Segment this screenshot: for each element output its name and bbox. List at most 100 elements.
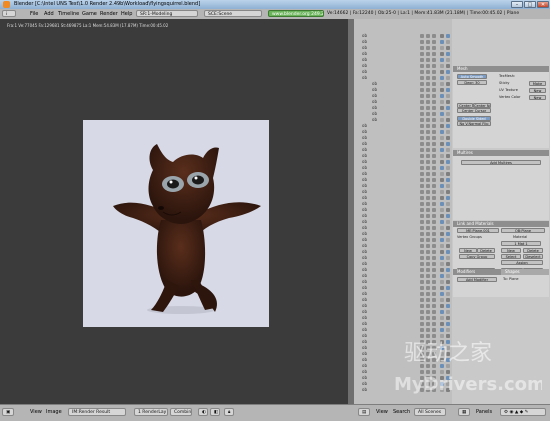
visibility-icon[interactable]	[420, 136, 424, 140]
datablock-icon[interactable]	[446, 88, 450, 92]
datablock-icon[interactable]	[440, 292, 444, 296]
select-icon[interactable]	[426, 232, 430, 236]
render-icon[interactable]	[432, 166, 436, 170]
visibility-icon[interactable]	[420, 106, 424, 110]
visibility-icon[interactable]	[420, 40, 424, 44]
datablock-icon[interactable]	[446, 166, 450, 170]
render-icon[interactable]	[432, 88, 436, 92]
visibility-icon[interactable]	[420, 196, 424, 200]
vertex-group-new-button[interactable]: New	[459, 248, 477, 253]
select-icon[interactable]	[426, 226, 430, 230]
select-icon[interactable]	[426, 250, 430, 254]
outliner-menu-view[interactable]: View	[376, 409, 388, 415]
datablock-icon[interactable]	[446, 202, 450, 206]
datablock-icon[interactable]	[440, 52, 444, 56]
window-type-icon[interactable]: i	[2, 10, 16, 17]
render-icon[interactable]	[432, 292, 436, 296]
visibility-icon[interactable]	[420, 226, 424, 230]
visibility-icon[interactable]	[420, 274, 424, 278]
datablock-icon[interactable]	[446, 178, 450, 182]
visibility-icon[interactable]	[420, 76, 424, 80]
select-icon[interactable]	[426, 196, 430, 200]
select-icon[interactable]	[426, 310, 430, 314]
select-icon[interactable]	[426, 34, 430, 38]
select-icon[interactable]	[426, 100, 430, 104]
datablock-icon[interactable]	[440, 154, 444, 158]
visibility-icon[interactable]	[420, 280, 424, 284]
render-icon[interactable]	[432, 34, 436, 38]
material-assign-button[interactable]: Assign	[501, 260, 543, 265]
menu-game[interactable]: Game	[82, 10, 97, 18]
visibility-icon[interactable]	[420, 292, 424, 296]
maximize-button[interactable]: □	[524, 1, 536, 8]
select-icon[interactable]	[426, 40, 430, 44]
render-icon[interactable]	[432, 58, 436, 62]
visibility-icon[interactable]	[420, 172, 424, 176]
render-icon[interactable]	[432, 244, 436, 248]
datablock-icon[interactable]	[446, 142, 450, 146]
datablock-icon[interactable]	[446, 238, 450, 242]
datablock-icon[interactable]	[446, 286, 450, 290]
datablock-icon[interactable]	[446, 322, 450, 326]
render-layer-selector[interactable]: 1 RenderLay	[134, 408, 168, 416]
datablock-icon[interactable]	[440, 226, 444, 230]
datablock-icon[interactable]	[440, 34, 444, 38]
select-icon[interactable]	[426, 208, 430, 212]
select-icon[interactable]	[426, 130, 430, 134]
editor-type-icon[interactable]: ▣	[2, 408, 14, 416]
render-icon[interactable]	[432, 136, 436, 140]
datablock-icon[interactable]	[440, 136, 444, 140]
render-icon[interactable]	[432, 64, 436, 68]
datablock-icon[interactable]	[440, 310, 444, 314]
render-icon[interactable]	[432, 76, 436, 80]
render-icon[interactable]	[432, 154, 436, 158]
datablock-icon[interactable]	[446, 280, 450, 284]
datablock-icon[interactable]	[446, 268, 450, 272]
visibility-icon[interactable]	[420, 202, 424, 206]
visibility-icon[interactable]	[420, 316, 424, 320]
outliner-type-icon[interactable]: ▤	[358, 408, 370, 416]
visibility-icon[interactable]	[420, 58, 424, 62]
datablock-icon[interactable]	[440, 244, 444, 248]
datablock-icon[interactable]	[440, 112, 444, 116]
visibility-icon[interactable]	[420, 130, 424, 134]
select-icon[interactable]	[426, 292, 430, 296]
render-icon[interactable]	[432, 286, 436, 290]
select-icon[interactable]	[426, 214, 430, 218]
no-v-normal-flip-toggle[interactable]: No V.Normal Flip	[457, 121, 491, 126]
select-icon[interactable]	[426, 184, 430, 188]
visibility-icon[interactable]	[420, 220, 424, 224]
select-icon[interactable]	[426, 238, 430, 242]
material-delete-button[interactable]: Delete	[523, 248, 543, 253]
datablock-icon[interactable]	[440, 76, 444, 80]
datablock-icon[interactable]	[440, 166, 444, 170]
visibility-icon[interactable]	[420, 100, 424, 104]
visibility-icon[interactable]	[420, 286, 424, 290]
visibility-icon[interactable]	[420, 166, 424, 170]
datablock-icon[interactable]	[446, 250, 450, 254]
datablock-icon[interactable]	[440, 160, 444, 164]
datablock-icon[interactable]	[440, 94, 444, 98]
datablock-icon[interactable]	[446, 70, 450, 74]
visibility-icon[interactable]	[420, 190, 424, 194]
render-icon[interactable]	[432, 70, 436, 74]
screen-selector[interactable]: SR:1-Modeling	[136, 10, 198, 17]
visibility-icon[interactable]	[420, 262, 424, 266]
menu-render[interactable]: Render	[100, 10, 118, 18]
context-buttons-strip[interactable]: ⚙ ◉ ▲ ◆ ✎	[500, 408, 546, 416]
select-icon[interactable]	[426, 148, 430, 152]
menu-file[interactable]: File	[30, 10, 38, 18]
select-icon[interactable]	[426, 154, 430, 158]
datablock-icon[interactable]	[440, 286, 444, 290]
select-icon[interactable]	[426, 70, 430, 74]
render-icon[interactable]	[432, 178, 436, 182]
select-icon[interactable]	[426, 118, 430, 122]
datablock-icon[interactable]	[446, 232, 450, 236]
select-icon[interactable]	[426, 58, 430, 62]
render-icon[interactable]	[432, 262, 436, 266]
datablock-icon[interactable]	[440, 130, 444, 134]
select-icon[interactable]	[426, 244, 430, 248]
select-icon[interactable]	[426, 322, 430, 326]
datablock-icon[interactable]	[446, 136, 450, 140]
render-icon[interactable]	[432, 118, 436, 122]
